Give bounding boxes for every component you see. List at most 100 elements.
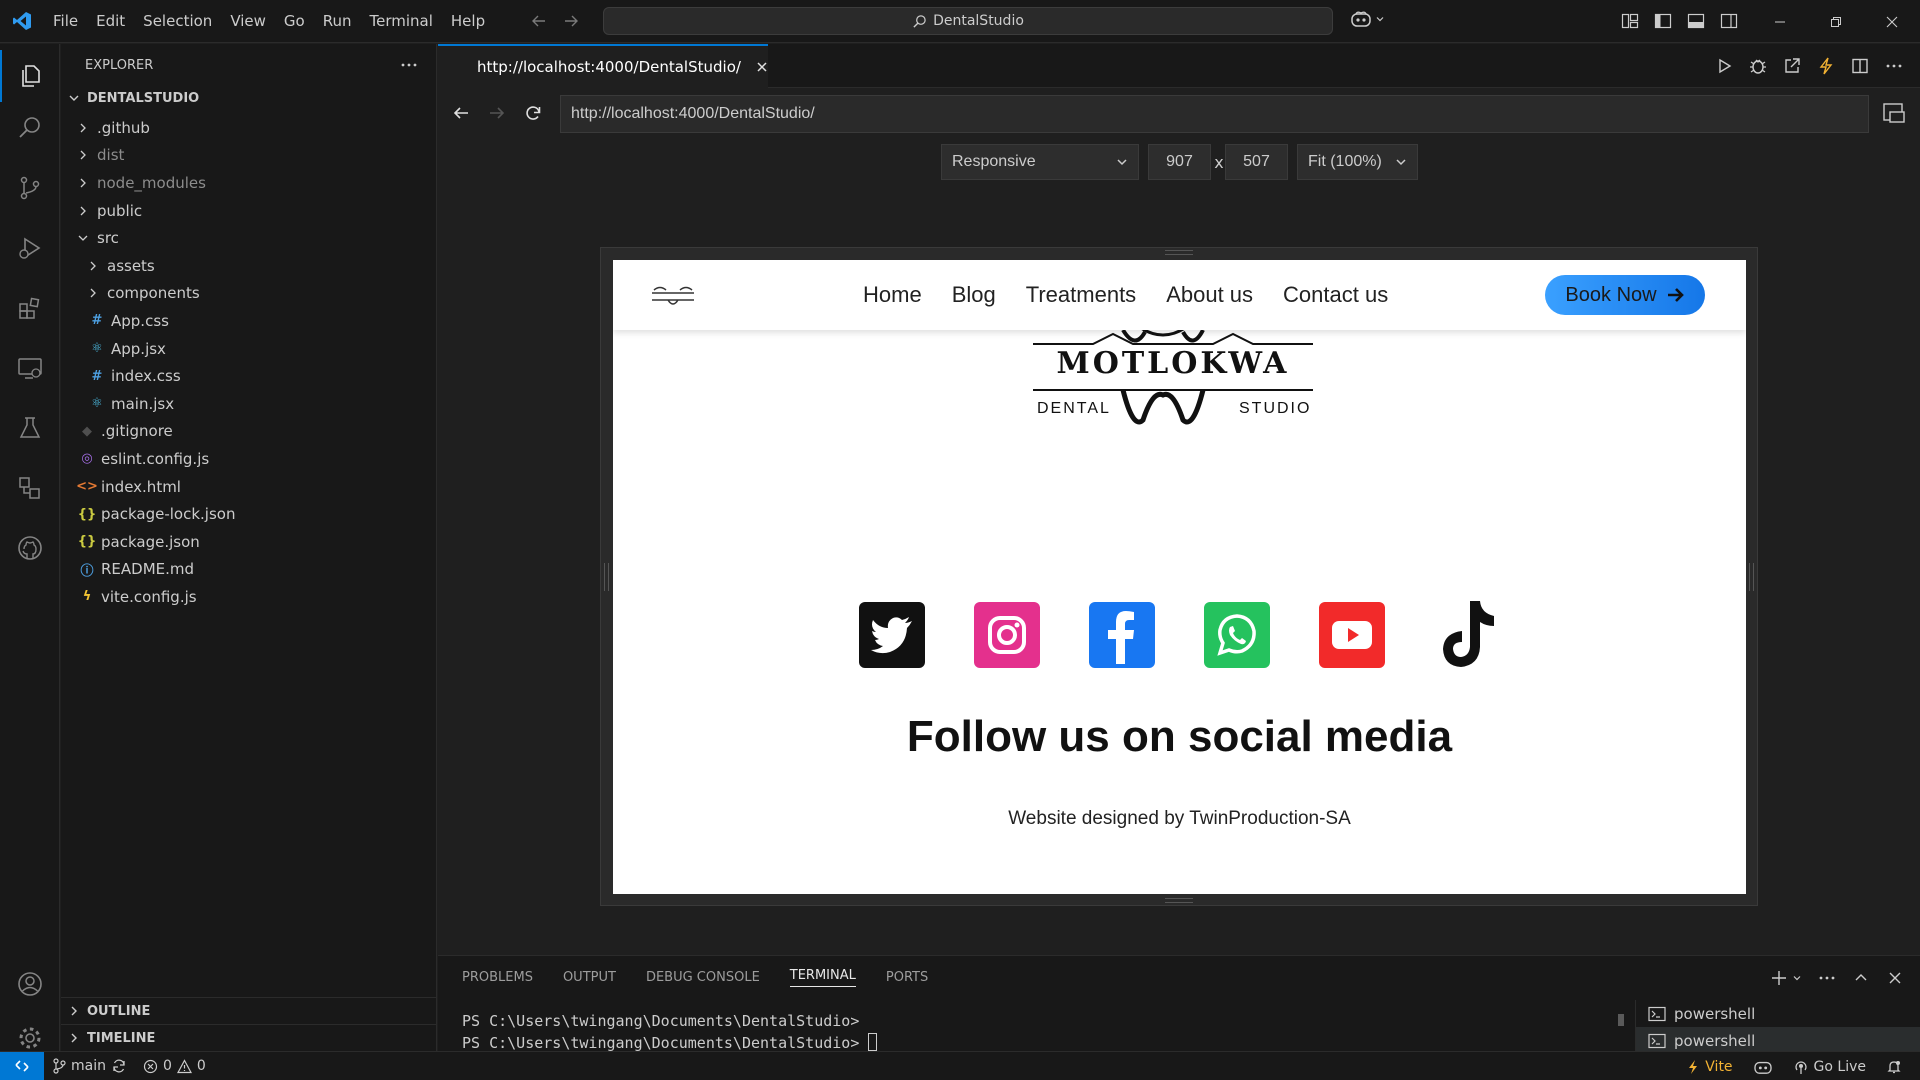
tree-folder[interactable]: assets (61, 252, 436, 280)
facebook-icon[interactable] (1089, 602, 1155, 668)
nav-treatments[interactable]: Treatments (1026, 282, 1136, 308)
toggle-panel-icon[interactable] (1686, 11, 1706, 31)
nav-logo[interactable] (648, 280, 698, 308)
timeline-section[interactable]: TIMELINE (61, 1024, 437, 1051)
width-input[interactable]: 907 (1148, 144, 1211, 180)
terminal-instance-selected[interactable]: powershell (1636, 1027, 1920, 1054)
right-resize-handle[interactable] (1749, 563, 1754, 591)
menu-help[interactable]: Help (442, 0, 494, 43)
menu-selection[interactable]: Selection (134, 0, 221, 43)
terminal-output[interactable]: PS C:\Users\twingang\Documents\DentalStu… (462, 1010, 878, 1054)
browser-forward-icon[interactable] (487, 103, 507, 123)
copilot-status[interactable] (1745, 1059, 1781, 1075)
lightning-icon[interactable] (1816, 56, 1836, 76)
tree-folder[interactable]: node_modules (61, 169, 436, 197)
more-actions-icon[interactable] (1884, 56, 1904, 76)
tree-file[interactable]: {} package-lock.json (61, 500, 436, 528)
tab-terminal[interactable]: TERMINAL (789, 968, 856, 987)
back-arrow-icon[interactable] (530, 12, 548, 30)
menu-view[interactable]: View (221, 0, 275, 43)
containers-icon[interactable] (0, 462, 60, 514)
terminal-scrollbar[interactable] (1618, 1014, 1624, 1026)
problems-indicator[interactable]: 0 0 (135, 1058, 214, 1074)
command-center-search[interactable]: DentalStudio (603, 7, 1333, 35)
device-select[interactable]: Responsive (941, 144, 1139, 180)
sync-icon[interactable] (111, 1058, 127, 1074)
search-view-icon[interactable] (0, 102, 60, 154)
tab-ports[interactable]: PORTS (886, 970, 928, 985)
tree-file[interactable]: ϟ vite.config.js (61, 583, 436, 611)
reload-icon[interactable] (523, 103, 543, 123)
nav-home[interactable]: Home (863, 282, 922, 308)
split-editor-icon[interactable] (1850, 56, 1870, 76)
remote-explorer-icon[interactable] (0, 342, 60, 394)
tree-file[interactable]: ⚛ App.jsx (61, 335, 436, 363)
close-window-icon[interactable] (1864, 0, 1920, 43)
tab-simple-browser[interactable]: http://localhost:4000/DentalStudio/ (438, 44, 768, 88)
height-input[interactable]: 507 (1225, 144, 1288, 180)
tree-file[interactable]: ◎ eslint.config.js (61, 445, 436, 473)
tree-file[interactable]: # index.css (61, 362, 436, 390)
terminal-instance[interactable]: powershell (1636, 1000, 1920, 1027)
more-actions-icon[interactable] (1818, 969, 1836, 987)
restore-icon[interactable] (1808, 0, 1864, 43)
tab-problems[interactable]: PROBLEMS (462, 970, 533, 985)
accounts-icon[interactable] (0, 958, 60, 1010)
tree-file[interactable]: # App.css (61, 307, 436, 335)
whatsapp-icon[interactable] (1204, 602, 1270, 668)
outline-section[interactable]: OUTLINE (61, 997, 437, 1024)
workspace-root[interactable]: DENTALSTUDIO (61, 86, 436, 110)
tree-file[interactable]: ◆ .gitignore (61, 418, 436, 446)
remote-indicator[interactable] (0, 1051, 44, 1080)
source-control-icon[interactable] (0, 162, 60, 214)
tree-folder[interactable]: src (61, 224, 436, 252)
customize-layout-icon[interactable] (1620, 11, 1640, 31)
browser-back-icon[interactable] (451, 103, 471, 123)
menu-terminal[interactable]: Terminal (361, 0, 442, 43)
branch-indicator[interactable]: main (44, 1058, 135, 1074)
tree-file[interactable]: ⚛ main.jsx (61, 390, 436, 418)
book-now-button[interactable]: Book Now (1545, 275, 1705, 315)
explorer-icon[interactable] (0, 50, 60, 102)
bottom-resize-handle[interactable] (1165, 898, 1193, 903)
top-resize-handle[interactable] (1165, 250, 1193, 255)
nav-blog[interactable]: Blog (952, 282, 996, 308)
toggle-primary-sidebar-icon[interactable] (1653, 11, 1673, 31)
toggle-secondary-sidebar-icon[interactable] (1719, 11, 1739, 31)
menu-file[interactable]: File (44, 0, 87, 43)
instagram-icon[interactable] (974, 602, 1040, 668)
tree-folder[interactable]: public (61, 197, 436, 225)
tree-file[interactable]: {} package.json (61, 528, 436, 556)
zoom-select[interactable]: Fit (100%) (1297, 144, 1418, 180)
menu-edit[interactable]: Edit (87, 0, 134, 43)
menu-run[interactable]: Run (314, 0, 361, 43)
close-panel-icon[interactable] (1886, 969, 1904, 987)
tab-output[interactable]: OUTPUT (563, 970, 616, 985)
close-tab-icon[interactable] (755, 60, 769, 74)
new-terminal-icon[interactable] (1770, 969, 1788, 987)
testing-icon[interactable] (0, 402, 60, 454)
tree-file[interactable]: <> index.html (61, 473, 436, 501)
chevron-down-icon[interactable] (1792, 973, 1802, 983)
youtube-icon[interactable] (1319, 602, 1385, 668)
menu-go[interactable]: Go (275, 0, 314, 43)
tree-folder[interactable]: dist (61, 142, 436, 170)
run-icon[interactable] (1714, 56, 1734, 76)
device-toolbar-icon[interactable] (1882, 102, 1906, 124)
tree-folder[interactable]: .github (61, 114, 436, 142)
extensions-icon[interactable] (0, 282, 60, 334)
more-actions-icon[interactable] (400, 62, 418, 68)
tab-debug-console[interactable]: DEBUG CONSOLE (646, 970, 760, 985)
open-external-icon[interactable] (1782, 56, 1802, 76)
go-live-button[interactable]: Go Live (1785, 1059, 1874, 1075)
tiktok-icon[interactable] (1434, 601, 1500, 668)
nav-about[interactable]: About us (1166, 282, 1253, 308)
twitter-icon[interactable] (859, 602, 925, 668)
run-debug-icon[interactable] (0, 222, 60, 274)
maximize-panel-icon[interactable] (1852, 969, 1870, 987)
forward-arrow-icon[interactable] (562, 12, 580, 30)
github-icon[interactable] (0, 522, 60, 574)
url-input[interactable]: http://localhost:4000/DentalStudio/ (560, 95, 1869, 133)
left-resize-handle[interactable] (604, 563, 609, 591)
minimize-icon[interactable] (1752, 0, 1808, 43)
